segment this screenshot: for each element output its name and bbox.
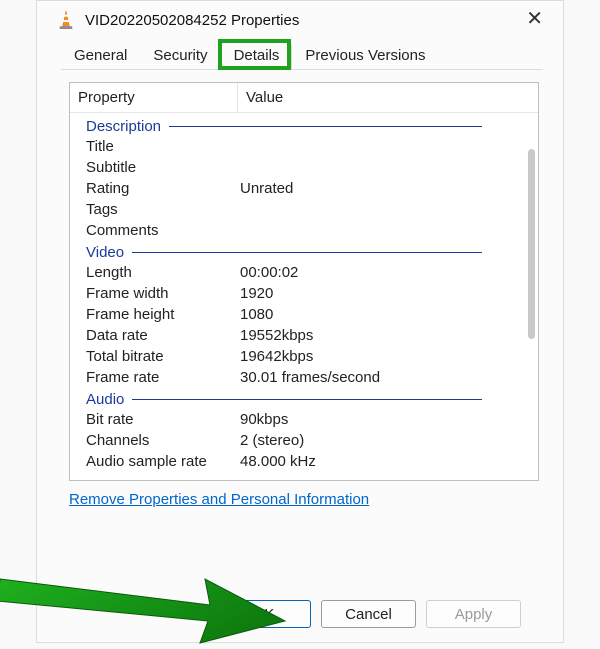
column-property[interactable]: Property — [70, 83, 238, 112]
property-name: Length — [72, 264, 240, 281]
property-value: 19552kbps — [240, 327, 538, 344]
property-value — [240, 159, 538, 176]
property-value: 00:00:02 — [240, 264, 538, 281]
property-row[interactable]: Length00:00:02 — [72, 262, 538, 283]
tabs: General Security Details Previous Versio… — [61, 41, 543, 70]
property-value: 2 (stereo) — [240, 432, 538, 449]
property-row[interactable]: Frame height1080 — [72, 304, 538, 325]
group-divider — [169, 126, 482, 127]
tab-general[interactable]: General — [61, 42, 140, 70]
property-row[interactable]: Bit rate90kbps — [72, 409, 538, 430]
group-label: Description — [86, 118, 161, 135]
tab-details[interactable]: Details — [221, 42, 293, 70]
property-row[interactable]: Data rate19552kbps — [72, 325, 538, 346]
details-list[interactable]: DescriptionTitleSubtitleRatingUnratedTag… — [70, 113, 538, 480]
property-row[interactable]: Title — [72, 136, 538, 157]
property-row[interactable]: Channels2 (stereo) — [72, 430, 538, 451]
property-row[interactable]: RatingUnrated — [72, 178, 538, 199]
group-audio: Audio — [72, 388, 538, 409]
property-value: 1080 — [240, 306, 538, 323]
titlebar: VID20220502084252 Properties ✕ — [37, 1, 563, 37]
cancel-button[interactable]: Cancel — [321, 600, 416, 628]
group-label: Audio — [86, 391, 124, 408]
property-name: Audio sample rate — [72, 453, 240, 470]
column-value[interactable]: Value — [238, 83, 538, 112]
property-value — [240, 138, 538, 155]
property-value: 48.000 kHz — [240, 453, 538, 470]
tab-previous-versions[interactable]: Previous Versions — [292, 42, 438, 70]
group-video: Video — [72, 241, 538, 262]
property-name: Tags — [72, 201, 240, 218]
tab-security[interactable]: Security — [140, 42, 220, 70]
details-panel: Property Value Description Title Subtitle R… — [69, 82, 539, 481]
property-value: Unrated — [240, 180, 538, 197]
property-row[interactable]: Tags — [72, 199, 538, 220]
property-row[interactable]: Frame width1920 — [72, 283, 538, 304]
property-name: Frame height — [72, 306, 240, 323]
property-name: Comments — [72, 222, 240, 239]
vlc-cone-icon — [57, 9, 75, 31]
property-row[interactable]: Frame rate30.01 frames/second — [72, 367, 538, 388]
property-value: 90kbps — [240, 411, 538, 428]
property-name: Frame width — [72, 285, 240, 302]
property-name: Data rate — [72, 327, 240, 344]
property-row[interactable]: Total bitrate19642kbps — [72, 346, 538, 367]
property-row[interactable]: Audio sample rate48.000 kHz — [72, 451, 538, 472]
property-name: Title — [72, 138, 240, 155]
property-value: 30.01 frames/second — [240, 369, 538, 386]
property-name: Channels — [72, 432, 240, 449]
property-name: Rating — [72, 180, 240, 197]
group-description: Description — [72, 115, 538, 136]
property-name: Total bitrate — [72, 348, 240, 365]
group-divider — [132, 252, 482, 253]
property-value: 19642kbps — [240, 348, 538, 365]
remove-properties-link[interactable]: Remove Properties and Personal Informati… — [69, 491, 369, 508]
property-value — [240, 222, 538, 239]
property-value — [240, 201, 538, 218]
property-value: 1920 — [240, 285, 538, 302]
property-row[interactable]: Subtitle — [72, 157, 538, 178]
scrollbar-thumb[interactable] — [528, 149, 535, 339]
ok-button[interactable]: OK — [216, 600, 311, 628]
window-title: VID20220502084252 Properties — [85, 12, 299, 29]
property-name: Subtitle — [72, 159, 240, 176]
close-icon[interactable]: ✕ — [518, 9, 551, 29]
property-name: Bit rate — [72, 411, 240, 428]
apply-button: Apply — [426, 600, 521, 628]
property-name: Frame rate — [72, 369, 240, 386]
property-row[interactable]: Comments — [72, 220, 538, 241]
group-divider — [132, 399, 482, 400]
group-label: Video — [86, 244, 124, 261]
